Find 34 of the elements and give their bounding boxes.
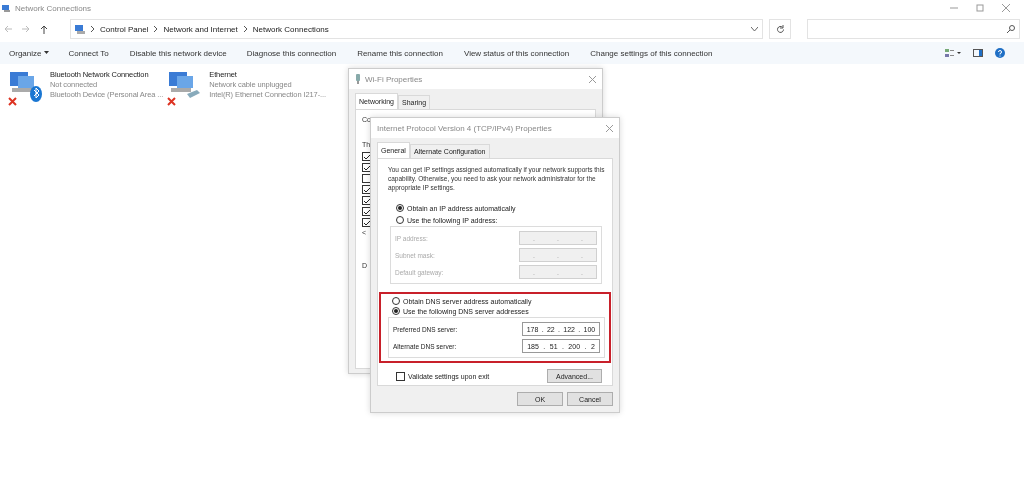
toolbar-button[interactable]: Change settings of this connection [590, 48, 713, 58]
toolbar-button[interactable]: Connect To [68, 48, 109, 58]
search-icon [1007, 25, 1015, 33]
toolbar-button[interactable]: Disable this network device [129, 48, 227, 58]
close-icon[interactable] [1002, 4, 1010, 12]
breadcrumb[interactable]: Network and Internet [163, 24, 238, 34]
dropdown-icon[interactable] [751, 26, 758, 32]
caret-icon [44, 51, 50, 55]
address-bar[interactable]: Control Panel Network and Internet Network Connections [70, 19, 763, 39]
dialog-title: Internet Protocol Version 4 (TCP/IPv4) Properties [377, 123, 552, 133]
up-icon[interactable] [40, 24, 48, 34]
chevron-icon [90, 26, 95, 32]
network-folder-icon [2, 3, 11, 13]
toolbar-button[interactable]: Diagnose this connection [246, 48, 337, 58]
toolbar-button[interactable]: Rename this connection [357, 48, 443, 58]
view-options-icon[interactable] [945, 49, 961, 57]
control-panel-icon [75, 24, 85, 34]
breadcrumb[interactable]: Control Panel [100, 24, 149, 34]
chevron-icon [153, 26, 159, 32]
breadcrumb[interactable]: Network Connections [252, 24, 329, 34]
wifi-adapter-icon [355, 74, 361, 84]
refresh-icon [775, 24, 785, 34]
toolbar-button[interactable]: Organize [9, 48, 50, 58]
close-icon[interactable] [589, 75, 596, 83]
dialog-title: Wi-Fi Properties [365, 74, 423, 84]
bluetooth-network-icon [8, 70, 44, 102]
close-icon[interactable] [606, 124, 613, 132]
window-title: Network Connections [15, 3, 92, 13]
chevron-icon [242, 26, 248, 32]
preview-pane-icon[interactable] [973, 49, 983, 57]
refresh-button[interactable] [769, 19, 791, 39]
search-field[interactable] [807, 19, 1020, 39]
toolbar-button[interactable]: View status of this connection [463, 48, 570, 58]
help-icon[interactable] [995, 48, 1005, 58]
